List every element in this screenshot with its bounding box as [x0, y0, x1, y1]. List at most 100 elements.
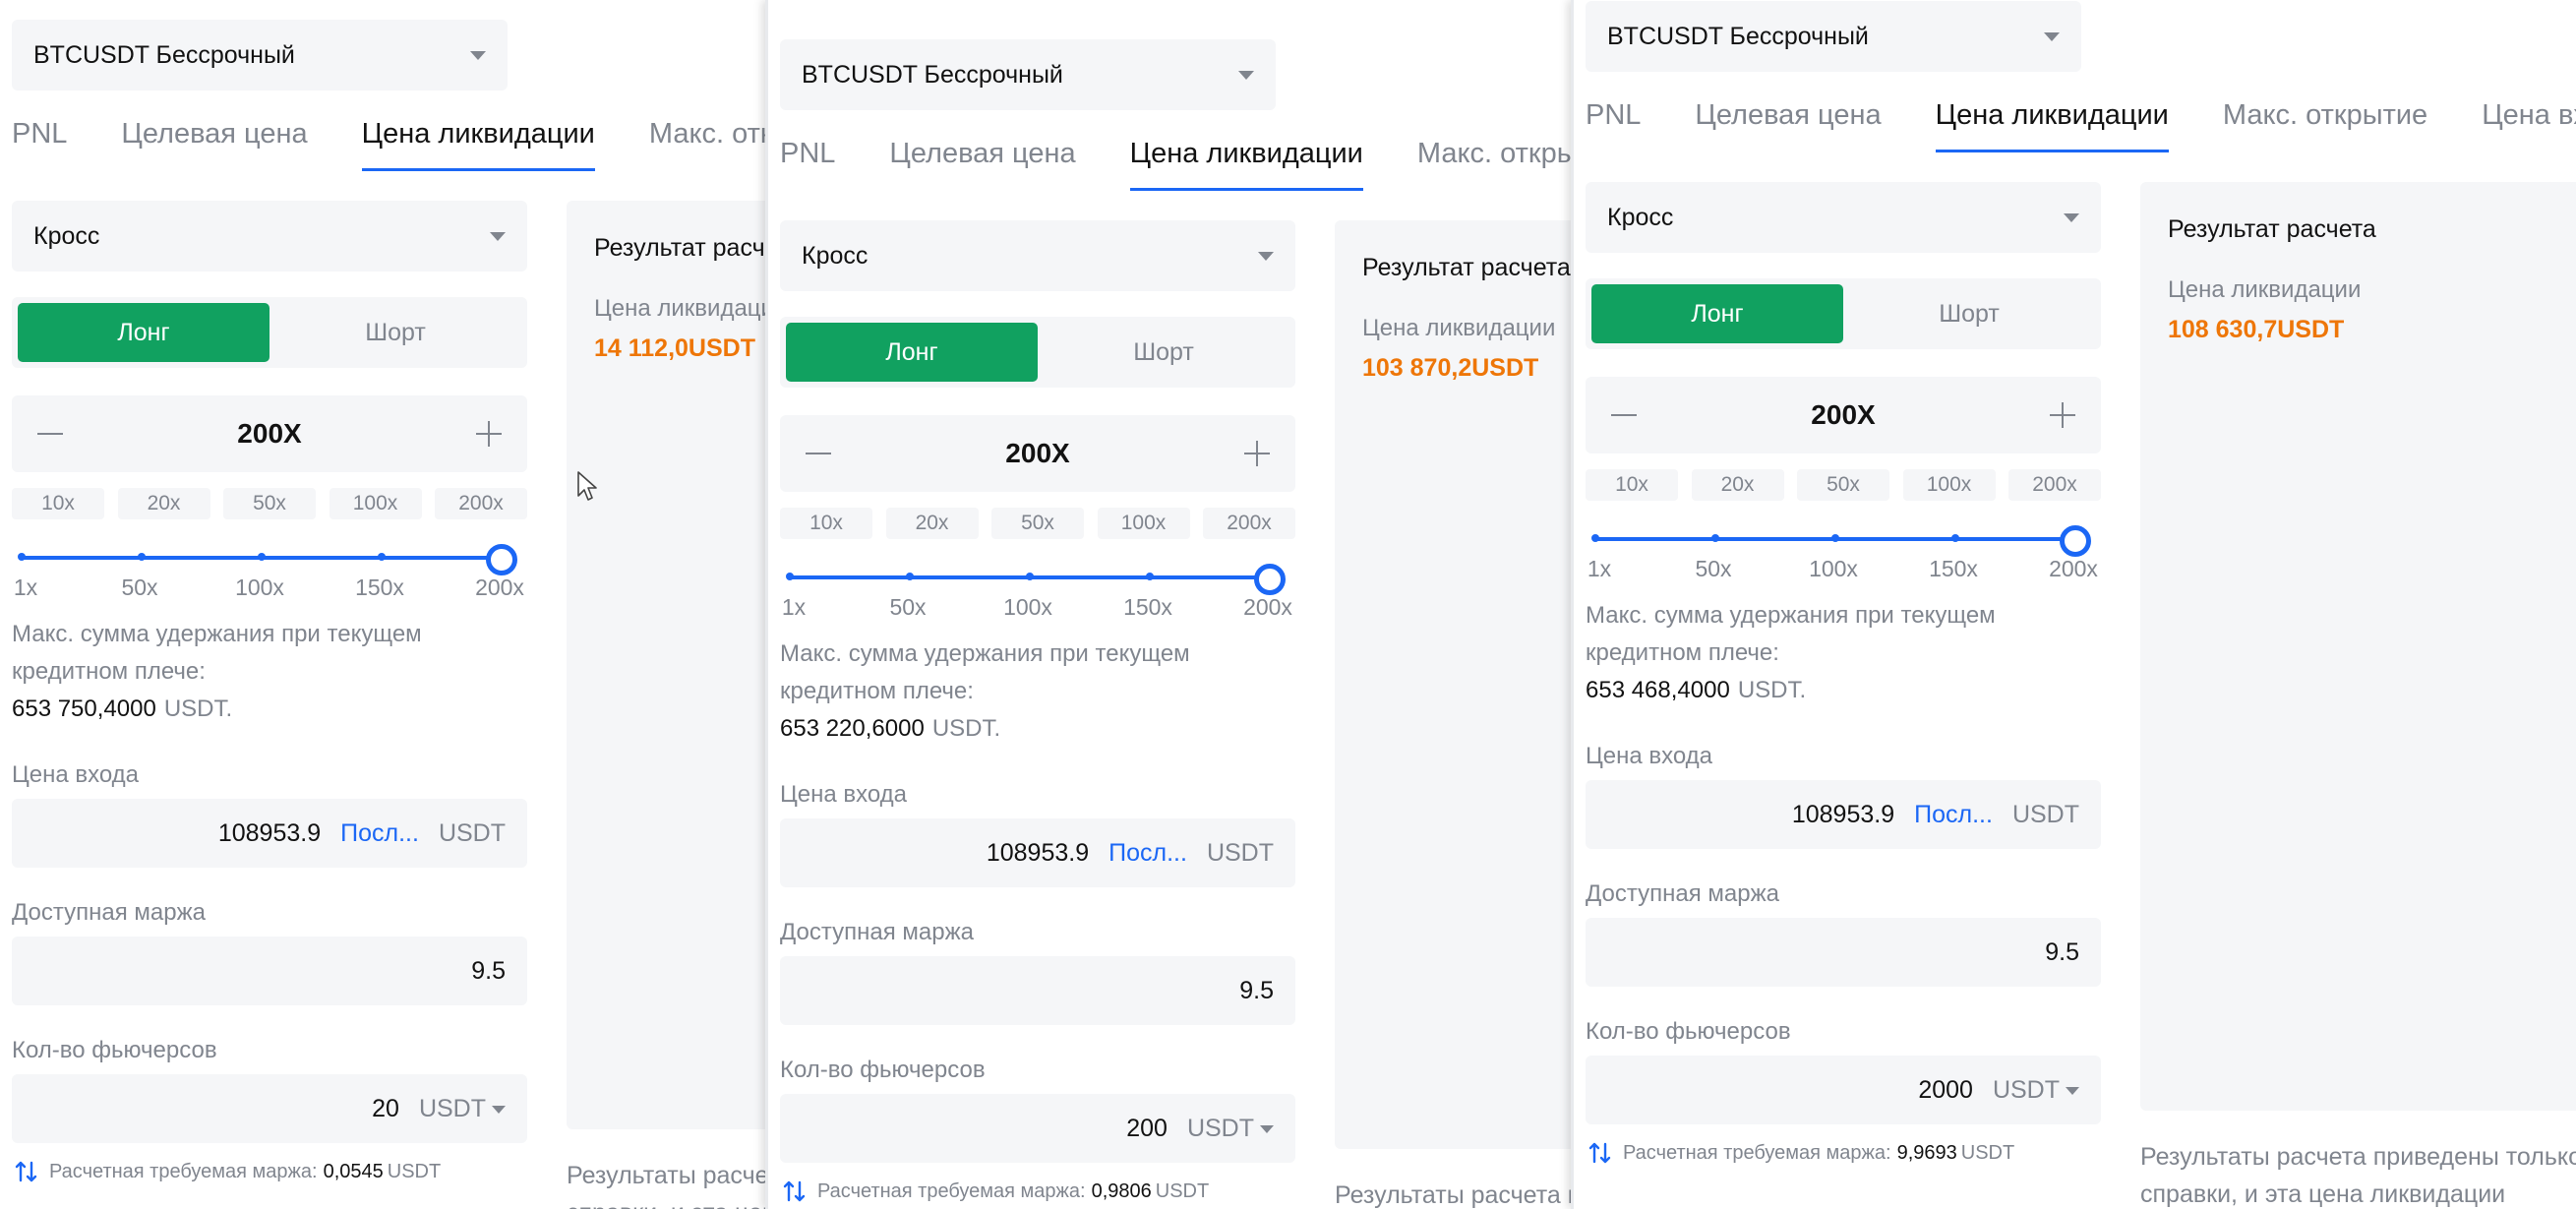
preset-20x[interactable]: 20x [117, 488, 210, 519]
qty-unit-select[interactable]: USDT [1187, 1115, 1274, 1143]
short-button[interactable]: Шорт [270, 303, 521, 362]
futures-qty-field[interactable]: 20 USDT [12, 1074, 527, 1143]
tab-pnl[interactable]: PNL [12, 108, 67, 171]
margin-mode-select[interactable]: Кросс [1586, 182, 2101, 253]
entry-price-unit: USDT [438, 818, 506, 847]
minus-icon[interactable] [37, 433, 63, 435]
slider-handle[interactable] [486, 544, 517, 575]
entry-price-value[interactable]: 108953.9 [1792, 801, 1894, 829]
entry-price-value[interactable]: 108953.9 [218, 819, 321, 848]
futures-qty-label: Кол-во фьючерсов [1586, 1018, 1791, 1045]
leverage-slider[interactable] [1586, 520, 2101, 560]
leverage-slider[interactable] [780, 559, 1295, 598]
qty-unit-select[interactable]: USDT [1993, 1076, 2079, 1105]
futures-qty-value[interactable]: 200 [1126, 1115, 1168, 1143]
tab-target-price[interactable]: Целевая цена [889, 128, 1075, 191]
preset-100x[interactable]: 100x [329, 488, 422, 519]
entry-price-field[interactable]: 108953.9 Посл... USDT [1586, 780, 2101, 849]
leverage-slider[interactable] [12, 539, 527, 578]
swap-icon[interactable] [1586, 1138, 1615, 1168]
preset-10x[interactable]: 10x [1586, 469, 1678, 501]
futures-qty-value[interactable]: 2000 [1918, 1076, 1973, 1105]
available-margin-value[interactable]: 9.5 [1239, 977, 1274, 1005]
disclaimer-text: Результаты расчета приведены только для … [2140, 1143, 2576, 1208]
slider-mark [786, 573, 794, 580]
preset-200x[interactable]: 200x [435, 488, 527, 519]
entry-price-field[interactable]: 108953.9 Посл... USDT [780, 818, 1295, 887]
tab-target-price[interactable]: Целевая цена [121, 108, 307, 171]
symbol-select[interactable]: BTCUSDT Бессрочный [780, 39, 1276, 110]
tab-entry-price[interactable]: Цена входа [2482, 90, 2576, 152]
swap-icon[interactable] [780, 1177, 809, 1206]
short-button[interactable]: Шорт [1843, 284, 2095, 343]
preset-100x[interactable]: 100x [1902, 469, 1996, 501]
preset-10x[interactable]: 10x [12, 488, 104, 519]
tab-liquidation-price[interactable]: Цена ликвидации [361, 108, 596, 171]
slider-label: 50x [1695, 556, 1732, 581]
tab-liquidation-price[interactable]: Цена ликвидации [1935, 90, 2170, 152]
plus-icon[interactable] [1244, 441, 1270, 466]
slider-mark [1951, 534, 1959, 542]
tab-liquidation-price[interactable]: Цена ликвидации [1129, 128, 1364, 191]
futures-qty-field[interactable]: 2000 USDT [1586, 1056, 2101, 1124]
last-price-button[interactable]: Посл... [1108, 839, 1187, 868]
symbol-select[interactable]: BTCUSDT Бессрочный [12, 20, 508, 91]
available-margin-value[interactable]: 9.5 [471, 957, 506, 986]
preset-50x[interactable]: 50x [991, 508, 1084, 539]
chevron-down-icon [470, 50, 486, 60]
short-button[interactable]: Шорт [1038, 323, 1289, 382]
max-hold-unit: USDT. [163, 695, 233, 722]
slider-mark [1026, 573, 1034, 580]
tab-max-open[interactable]: Макс. открытие [2223, 90, 2427, 152]
margin-mode-label: Кросс [802, 241, 869, 270]
minus-icon[interactable] [1611, 414, 1637, 416]
leverage-value[interactable]: 200X [1005, 438, 1069, 469]
entry-price-field[interactable]: 108953.9 Посл... USDT [12, 799, 527, 868]
preset-10x[interactable]: 10x [780, 508, 872, 539]
long-button[interactable]: Лонг [1591, 284, 1843, 343]
slider-handle[interactable] [1254, 564, 1286, 595]
liquidation-price-value: 108 630,7USDT [2168, 316, 2345, 343]
futures-qty-field[interactable]: 200 USDT [780, 1094, 1295, 1163]
futures-qty-value[interactable]: 20 [372, 1095, 399, 1123]
margin-mode-select[interactable]: Кросс [780, 220, 1295, 291]
tab-pnl[interactable]: PNL [1586, 90, 1641, 152]
tab-target-price[interactable]: Целевая цена [1695, 90, 1881, 152]
symbol-select[interactable]: BTCUSDT Бессрочный [1586, 1, 2081, 72]
available-margin-field[interactable]: 9.5 [1586, 918, 2101, 987]
preset-200x[interactable]: 200x [1203, 508, 1295, 539]
swap-icon[interactable] [12, 1157, 41, 1186]
slider-labels: 1x 50x 100x 150x 200x [12, 574, 527, 604]
preset-100x[interactable]: 100x [1097, 508, 1190, 539]
preset-20x[interactable]: 20x [1691, 469, 1784, 501]
available-margin-field[interactable]: 9.5 [12, 937, 527, 1005]
leverage-value[interactable]: 200X [237, 418, 301, 450]
tab-max-open[interactable]: Макс. открытие [649, 108, 767, 171]
entry-price-label: Цена входа [12, 761, 140, 788]
minus-icon[interactable] [806, 453, 831, 454]
max-hold-amount: 653 468,4000 [1586, 677, 1730, 703]
plus-icon[interactable] [2050, 402, 2075, 428]
long-button[interactable]: Лонг [18, 303, 270, 362]
available-margin-field[interactable]: 9.5 [780, 956, 1295, 1025]
slider-handle[interactable] [2060, 525, 2091, 557]
preset-20x[interactable]: 20x [885, 508, 979, 539]
qty-unit-select[interactable]: USDT [419, 1095, 506, 1123]
last-price-button[interactable]: Посл... [1914, 801, 1993, 829]
qty-unit-label: USDT [418, 1094, 486, 1122]
long-button[interactable]: Лонг [786, 323, 1038, 382]
liquidation-price-value: 14 112,0USDT [594, 334, 755, 362]
preset-50x[interactable]: 50x [223, 488, 316, 519]
leverage-value[interactable]: 200X [1811, 399, 1875, 431]
preset-50x[interactable]: 50x [1797, 469, 1889, 501]
max-hold-unit: USDT. [931, 715, 1001, 742]
tab-pnl[interactable]: PNL [780, 128, 835, 191]
plus-icon[interactable] [476, 421, 502, 447]
margin-mode-select[interactable]: Кросс [12, 201, 527, 272]
preset-200x[interactable]: 200x [2008, 469, 2101, 501]
available-margin-value[interactable]: 9.5 [2045, 938, 2079, 967]
liquidation-price-value: 103 870,2USDT [1362, 354, 1539, 382]
entry-price-value[interactable]: 108953.9 [987, 839, 1089, 868]
last-price-button[interactable]: Посл... [340, 819, 419, 848]
required-margin: Расчетная требуемая маржа: 0,0545 USDT [12, 1157, 441, 1186]
